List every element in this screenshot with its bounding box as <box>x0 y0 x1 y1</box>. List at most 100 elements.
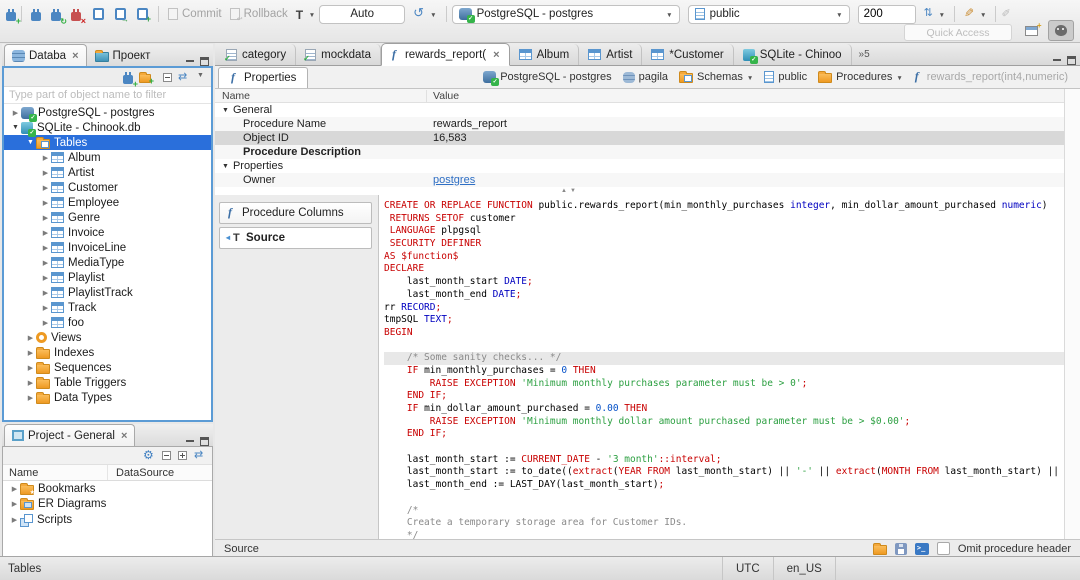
expander-collapse-icon[interactable]: ▼ <box>222 163 229 170</box>
tree-item-invoiceline[interactable]: ▶ InvoiceLine <box>4 240 211 255</box>
tree-item-invoice[interactable]: ▶ Invoice <box>4 225 211 240</box>
chevron-down-icon[interactable] <box>747 71 753 83</box>
transaction-jump-icon[interactable] <box>115 8 129 24</box>
minimize-icon[interactable] <box>185 57 195 66</box>
expander-collapse-icon[interactable]: ▼ <box>222 107 229 114</box>
expander-expand-icon[interactable]: ▶ <box>40 169 51 177</box>
project-item-scripts[interactable]: ▶ Scripts <box>3 512 212 528</box>
expander-expand-icon[interactable]: ▶ <box>40 259 51 267</box>
procedure-columns-button[interactable]: Procedure Columns <box>219 202 372 224</box>
expander-expand-icon[interactable]: ▶ <box>9 485 20 493</box>
expander-expand-icon[interactable]: ▶ <box>25 334 36 342</box>
maximize-icon[interactable] <box>1067 56 1076 65</box>
maximize-icon[interactable] <box>200 437 209 446</box>
tree-item-tables[interactable]: ▼ Tables <box>4 135 211 150</box>
expander-expand-icon[interactable]: ▶ <box>25 364 36 372</box>
view-menu-icon[interactable] <box>196 72 206 82</box>
omit-procedure-header-checkbox[interactable] <box>936 542 950 555</box>
expander-expand-icon[interactable]: ▶ <box>40 244 51 252</box>
transaction-mode-select[interactable]: Auto <box>319 4 406 24</box>
editor-tab-sqlite-chinoo[interactable]: SQLite - Chinoo <box>734 44 852 65</box>
expander-expand-icon[interactable]: ▶ <box>40 184 51 192</box>
scrollbar[interactable] <box>1064 89 1080 195</box>
expander-expand-icon[interactable]: ▶ <box>40 229 51 237</box>
tree-item-postgresql-postgres[interactable]: ▶ PostgreSQL - postgres <box>4 105 211 122</box>
tree-item-indexes[interactable]: ▶ Indexes <box>4 345 211 360</box>
project-item-er-diagrams[interactable]: ▶ ER Diagrams <box>3 497 212 513</box>
dbeaver-perspective-button[interactable] <box>1048 20 1074 41</box>
disconnect-icon[interactable] <box>71 8 86 26</box>
editor-tab-album[interactable]: Album <box>510 44 580 65</box>
column-header-value[interactable]: Value <box>427 90 459 102</box>
property-row-properties[interactable]: ▼ Properties <box>215 159 1064 173</box>
editor-tab-customer[interactable]: *Customer <box>642 44 734 65</box>
reconnect-icon[interactable] <box>51 8 67 26</box>
tab-project-explorer[interactable]: Проект <box>87 44 159 66</box>
breadcrumb-item-rewards-report-int4-numeric[interactable]: rewards_report(int4,numeric) <box>914 69 1068 84</box>
editor-tab-mockdata[interactable]: mockdata <box>296 44 381 65</box>
fetch-size-input[interactable] <box>857 4 916 24</box>
expander-expand-icon[interactable]: ▶ <box>25 394 36 402</box>
connect-icon[interactable] <box>31 8 41 21</box>
rollback-button[interactable]: Rollback <box>226 4 292 24</box>
tree-item-genre[interactable]: ▶ Genre <box>4 210 211 225</box>
expander-expand-icon[interactable]: ▶ <box>9 516 20 524</box>
editor-tab-rewards-report[interactable]: rewards_report( <box>380 43 510 66</box>
tree-item-track[interactable]: ▶ Track <box>4 300 211 315</box>
expander-expand-icon[interactable]: ▶ <box>10 109 21 117</box>
scrollbar[interactable] <box>1064 195 1080 539</box>
navigator-filter-input[interactable] <box>4 87 211 104</box>
console-icon[interactable] <box>914 542 929 555</box>
expander-expand-icon[interactable]: ▶ <box>40 304 51 312</box>
close-icon[interactable] <box>121 430 127 442</box>
gear-icon[interactable] <box>143 448 155 462</box>
collapse-all-icon[interactable] <box>163 72 172 82</box>
property-row-procedure-name[interactable]: Procedure Name rewards_report <box>215 117 1064 131</box>
new-connection-icon[interactable] <box>123 71 138 89</box>
minimize-icon[interactable] <box>1052 56 1062 65</box>
tree-item-playlist[interactable]: ▶ Playlist <box>4 270 211 285</box>
collapse-all-icon[interactable] <box>162 451 171 460</box>
commit-button[interactable]: Commit <box>164 4 226 24</box>
begin-transaction-icon[interactable] <box>93 8 104 20</box>
expander-expand-icon[interactable]: ▶ <box>40 289 51 297</box>
link-with-editor-icon[interactable] <box>194 448 206 461</box>
splitter-toggle[interactable]: ▲ ▼ <box>561 188 576 194</box>
editor-tab-category[interactable]: category <box>217 44 297 65</box>
expander-collapse-icon[interactable]: ▼ <box>25 139 36 146</box>
tree-item-data-types[interactable]: ▶ Data Types <box>4 390 211 405</box>
source-button[interactable]: Source <box>219 227 372 249</box>
expander-expand-icon[interactable]: ▶ <box>9 500 20 508</box>
new-transaction-icon[interactable] <box>137 8 151 24</box>
breadcrumb-item-pagila[interactable]: pagila <box>622 71 668 83</box>
tree-item-foo[interactable]: ▶ foo <box>4 315 211 330</box>
breadcrumb-item-postgresql-postgres[interactable]: PostgreSQL - postgres <box>483 71 612 86</box>
maximize-icon[interactable] <box>200 57 209 66</box>
breadcrumb-item-procedures[interactable]: Procedures <box>818 71 903 83</box>
new-folder-icon[interactable] <box>139 71 154 86</box>
tree-item-album[interactable]: ▶ Album <box>4 150 211 165</box>
expander-expand-icon[interactable]: ▶ <box>25 349 36 357</box>
link-with-editor-icon[interactable] <box>178 70 190 83</box>
close-icon[interactable] <box>72 50 78 62</box>
project-item-bookmarks[interactable]: ▶ Bookmarks <box>3 481 212 497</box>
open-perspective-button[interactable] <box>1018 20 1044 41</box>
expander-expand-icon[interactable]: ▶ <box>40 214 51 222</box>
column-header-name[interactable]: Name <box>215 89 427 102</box>
tree-item-employee[interactable]: ▶ Employee <box>4 195 211 210</box>
lasso-icon[interactable] <box>1001 7 1013 20</box>
expand-all-icon[interactable] <box>178 451 187 460</box>
property-row-general[interactable]: ▼ General <box>215 103 1064 117</box>
property-row-owner[interactable]: Owner postgres <box>215 173 1064 187</box>
new-connection-icon[interactable] <box>6 8 21 26</box>
tree-item-mediatype[interactable]: ▶ MediaType <box>4 255 211 270</box>
column-header-name[interactable]: Name <box>3 465 108 480</box>
property-row-object-id[interactable]: Object ID 16,583 <box>215 131 1064 145</box>
schema-select[interactable]: public <box>687 4 850 24</box>
transaction-log-button[interactable] <box>292 4 319 24</box>
refresh-button[interactable] <box>920 4 949 24</box>
expander-expand-icon[interactable]: ▶ <box>40 199 51 207</box>
sql-generator-button[interactable] <box>960 4 990 24</box>
tree-item-sqlite-chinook-db[interactable]: ▼ SQLite - Chinook.db <box>4 120 211 137</box>
connection-select[interactable]: PostgreSQL - postgres <box>451 4 680 24</box>
